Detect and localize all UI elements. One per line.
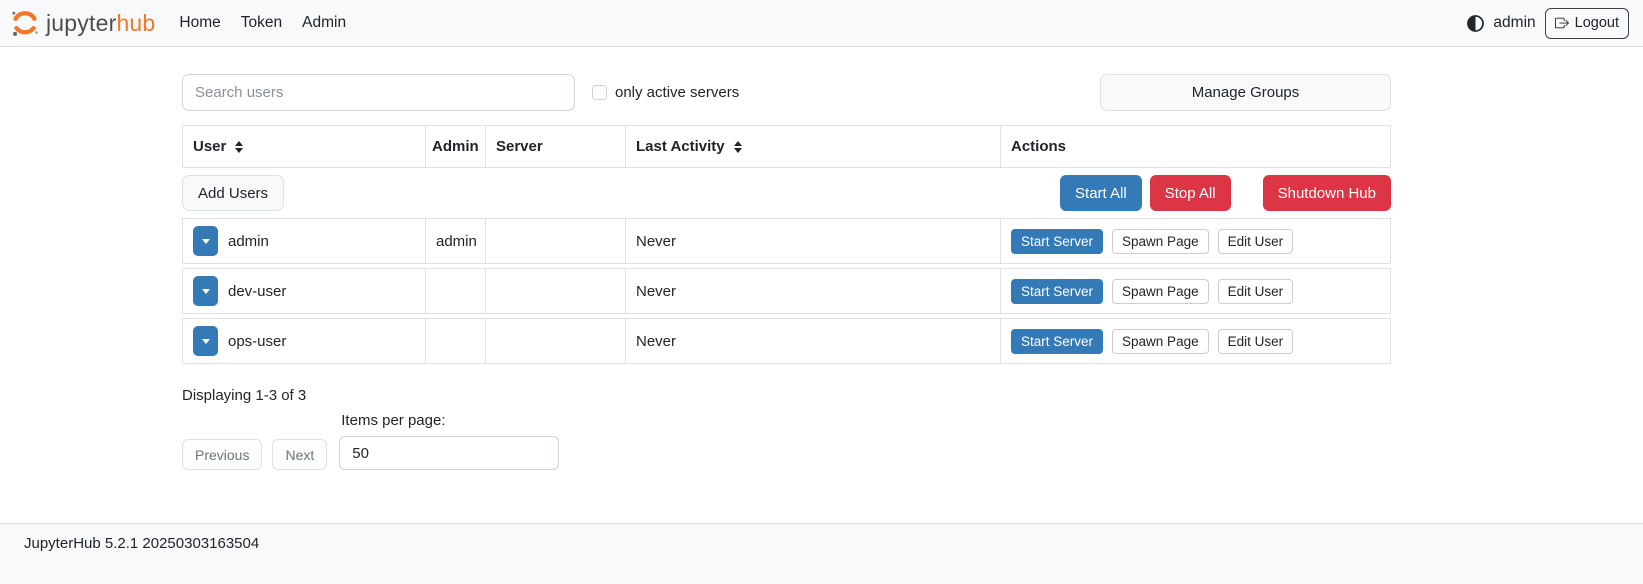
start-server-button[interactable]: Start Server [1011, 229, 1103, 254]
sort-icon-user[interactable] [235, 141, 243, 153]
caret-down-icon [202, 239, 210, 244]
caret-down-icon [202, 289, 210, 294]
sort-icon-last-activity[interactable] [734, 141, 742, 153]
cell-admin [426, 319, 486, 363]
version-text: JupyterHub 5.2.1 20250303163504 [24, 535, 259, 552]
footer: JupyterHub 5.2.1 20250303163504 [0, 523, 1643, 584]
edit-user-button[interactable]: Edit User [1218, 279, 1294, 304]
theme-toggle-icon[interactable] [1467, 15, 1484, 32]
column-header-server: Server [486, 126, 626, 167]
cell-actions: Start Server Spawn Page Edit User [1001, 219, 1390, 263]
jupyter-logo-icon [8, 6, 42, 40]
items-per-page-label: Items per page: [339, 412, 559, 429]
bulk-actions-row: Add Users Start All Stop All Shutdown Hu… [182, 168, 1391, 218]
logout-arrow-icon [1555, 16, 1569, 30]
manage-groups-button[interactable]: Manage Groups [1100, 74, 1391, 111]
last-activity-text: Never [636, 333, 676, 350]
nav-link-admin[interactable]: Admin [300, 10, 348, 36]
column-header-user[interactable]: User [183, 126, 426, 167]
only-active-checkbox[interactable] [592, 85, 607, 100]
caret-down-icon [202, 339, 210, 344]
cell-last-activity: Never [626, 269, 1001, 313]
cell-user: dev-user [183, 269, 426, 313]
cell-server [486, 219, 626, 263]
table-row-ops-user: ops-user Never Start Server Spawn Page E… [182, 318, 1391, 364]
only-active-label[interactable]: only active servers [615, 84, 739, 101]
bulk-actions-right: Start All Stop All Shutdown Hub [1060, 175, 1391, 211]
column-header-last-activity[interactable]: Last Activity [626, 126, 1001, 167]
cell-server [486, 319, 626, 363]
previous-page-button[interactable]: Previous [182, 439, 262, 470]
row-actions: Start Server Spawn Page Edit User [1011, 329, 1293, 354]
navbar: jupyterhub Home Token Admin admin Logout [0, 0, 1643, 47]
row-actions: Start Server Spawn Page Edit User [1011, 229, 1293, 254]
expand-row-button[interactable] [193, 226, 218, 256]
column-label-server: Server [496, 138, 543, 155]
toolbar: only active servers Manage Groups [182, 74, 1391, 111]
admin-flag-text: admin [436, 233, 477, 250]
row-actions: Start Server Spawn Page Edit User [1011, 279, 1293, 304]
nav-link-home[interactable]: Home [177, 10, 222, 36]
column-label-user: User [193, 138, 226, 155]
column-label-last-activity: Last Activity [636, 138, 725, 155]
nav-link-token[interactable]: Token [239, 10, 284, 36]
expand-row-button[interactable] [193, 276, 218, 306]
brand-title: jupyterhub [46, 10, 155, 37]
pagination: Displaying 1-3 of 3 Previous Next Items … [182, 387, 1391, 470]
spawn-page-button[interactable]: Spawn Page [1112, 329, 1209, 354]
current-username: admin [1493, 14, 1535, 32]
start-all-button[interactable]: Start All [1060, 175, 1142, 211]
column-label-admin: Admin [432, 138, 479, 155]
cell-last-activity: Never [626, 319, 1001, 363]
edit-user-button[interactable]: Edit User [1218, 329, 1294, 354]
last-activity-text: Never [636, 283, 676, 300]
column-label-actions: Actions [1011, 138, 1066, 155]
next-page-button[interactable]: Next [272, 439, 327, 470]
cell-user: admin [183, 219, 426, 263]
items-per-page: Items per page: [339, 412, 559, 470]
admin-panel: only active servers Manage Groups User A… [182, 74, 1391, 470]
cell-actions: Start Server Spawn Page Edit User [1001, 319, 1390, 363]
search-input[interactable] [182, 74, 575, 111]
logout-label: Logout [1575, 15, 1619, 31]
column-header-admin: Admin [426, 126, 486, 167]
spawn-page-button[interactable]: Spawn Page [1112, 279, 1209, 304]
shutdown-hub-button[interactable]: Shutdown Hub [1263, 175, 1391, 211]
logout-button[interactable]: Logout [1545, 8, 1629, 39]
start-server-button[interactable]: Start Server [1011, 329, 1103, 354]
cell-last-activity: Never [626, 219, 1001, 263]
username-text: dev-user [228, 283, 286, 300]
spawn-page-button[interactable]: Spawn Page [1112, 229, 1209, 254]
nav-links: Home Token Admin [177, 10, 348, 36]
only-active-filter: only active servers [592, 84, 739, 101]
cell-admin [426, 269, 486, 313]
expand-row-button[interactable] [193, 326, 218, 356]
table-row-admin: admin admin Never Start Server Spawn Pag… [182, 218, 1391, 264]
last-activity-text: Never [636, 233, 676, 250]
cell-server [486, 269, 626, 313]
cell-admin: admin [426, 219, 486, 263]
stop-all-button[interactable]: Stop All [1150, 175, 1231, 211]
navbar-right: admin Logout [1467, 8, 1629, 39]
items-per-page-input[interactable] [339, 436, 559, 470]
table-row-dev-user: dev-user Never Start Server Spawn Page E… [182, 268, 1391, 314]
cell-user: ops-user [183, 319, 426, 363]
pagination-controls: Previous Next Items per page: [182, 412, 1391, 470]
edit-user-button[interactable]: Edit User [1218, 229, 1294, 254]
user-table-header: User Admin Server Last Activity Actions [182, 125, 1391, 168]
pagination-summary: Displaying 1-3 of 3 [182, 387, 1391, 404]
add-users-button[interactable]: Add Users [182, 175, 284, 211]
jupyterhub-brand[interactable]: jupyterhub [8, 6, 155, 40]
username-text: ops-user [228, 333, 286, 350]
start-server-button[interactable]: Start Server [1011, 279, 1103, 304]
cell-actions: Start Server Spawn Page Edit User [1001, 269, 1390, 313]
column-header-actions: Actions [1001, 126, 1390, 167]
username-text: admin [228, 233, 269, 250]
